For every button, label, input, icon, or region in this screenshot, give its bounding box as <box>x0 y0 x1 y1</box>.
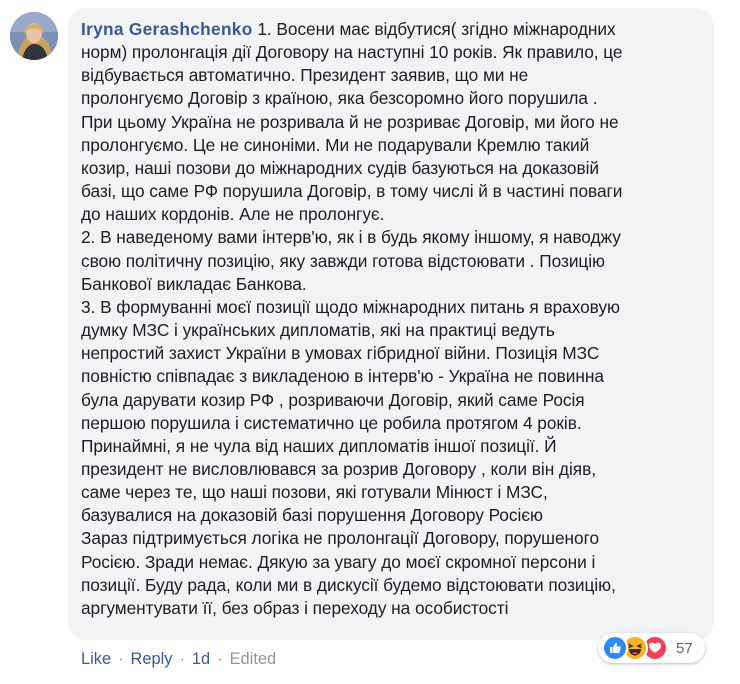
comment-author-link[interactable]: Iryna Gerashchenko <box>81 19 253 39</box>
avatar-photo <box>10 12 58 60</box>
action-separator: · <box>118 650 124 668</box>
reply-link[interactable]: Reply <box>131 650 173 668</box>
like-icon <box>602 635 628 661</box>
comment-bubble: Iryna Gerashchenko 1. Восени має відбути… <box>68 8 714 640</box>
comment: Iryna Gerashchenko 1. Восени має відбути… <box>0 0 740 684</box>
reactions-summary[interactable]: 57 <box>598 633 705 663</box>
reaction-count: 57 <box>676 639 693 657</box>
edited-label[interactable]: Edited <box>230 650 276 668</box>
like-link[interactable]: Like <box>81 650 111 668</box>
comment-body: 1. Восени має відбутися( згідно міжнарод… <box>81 19 623 618</box>
action-separator: · <box>179 650 185 668</box>
comment-text: Iryna Gerashchenko 1. Восени має відбути… <box>81 18 700 620</box>
action-separator: · <box>217 650 223 668</box>
comment-actions: Like · Reply · 1d · Edited <box>81 650 276 669</box>
timestamp-link[interactable]: 1d <box>192 650 210 668</box>
avatar[interactable] <box>10 12 58 60</box>
